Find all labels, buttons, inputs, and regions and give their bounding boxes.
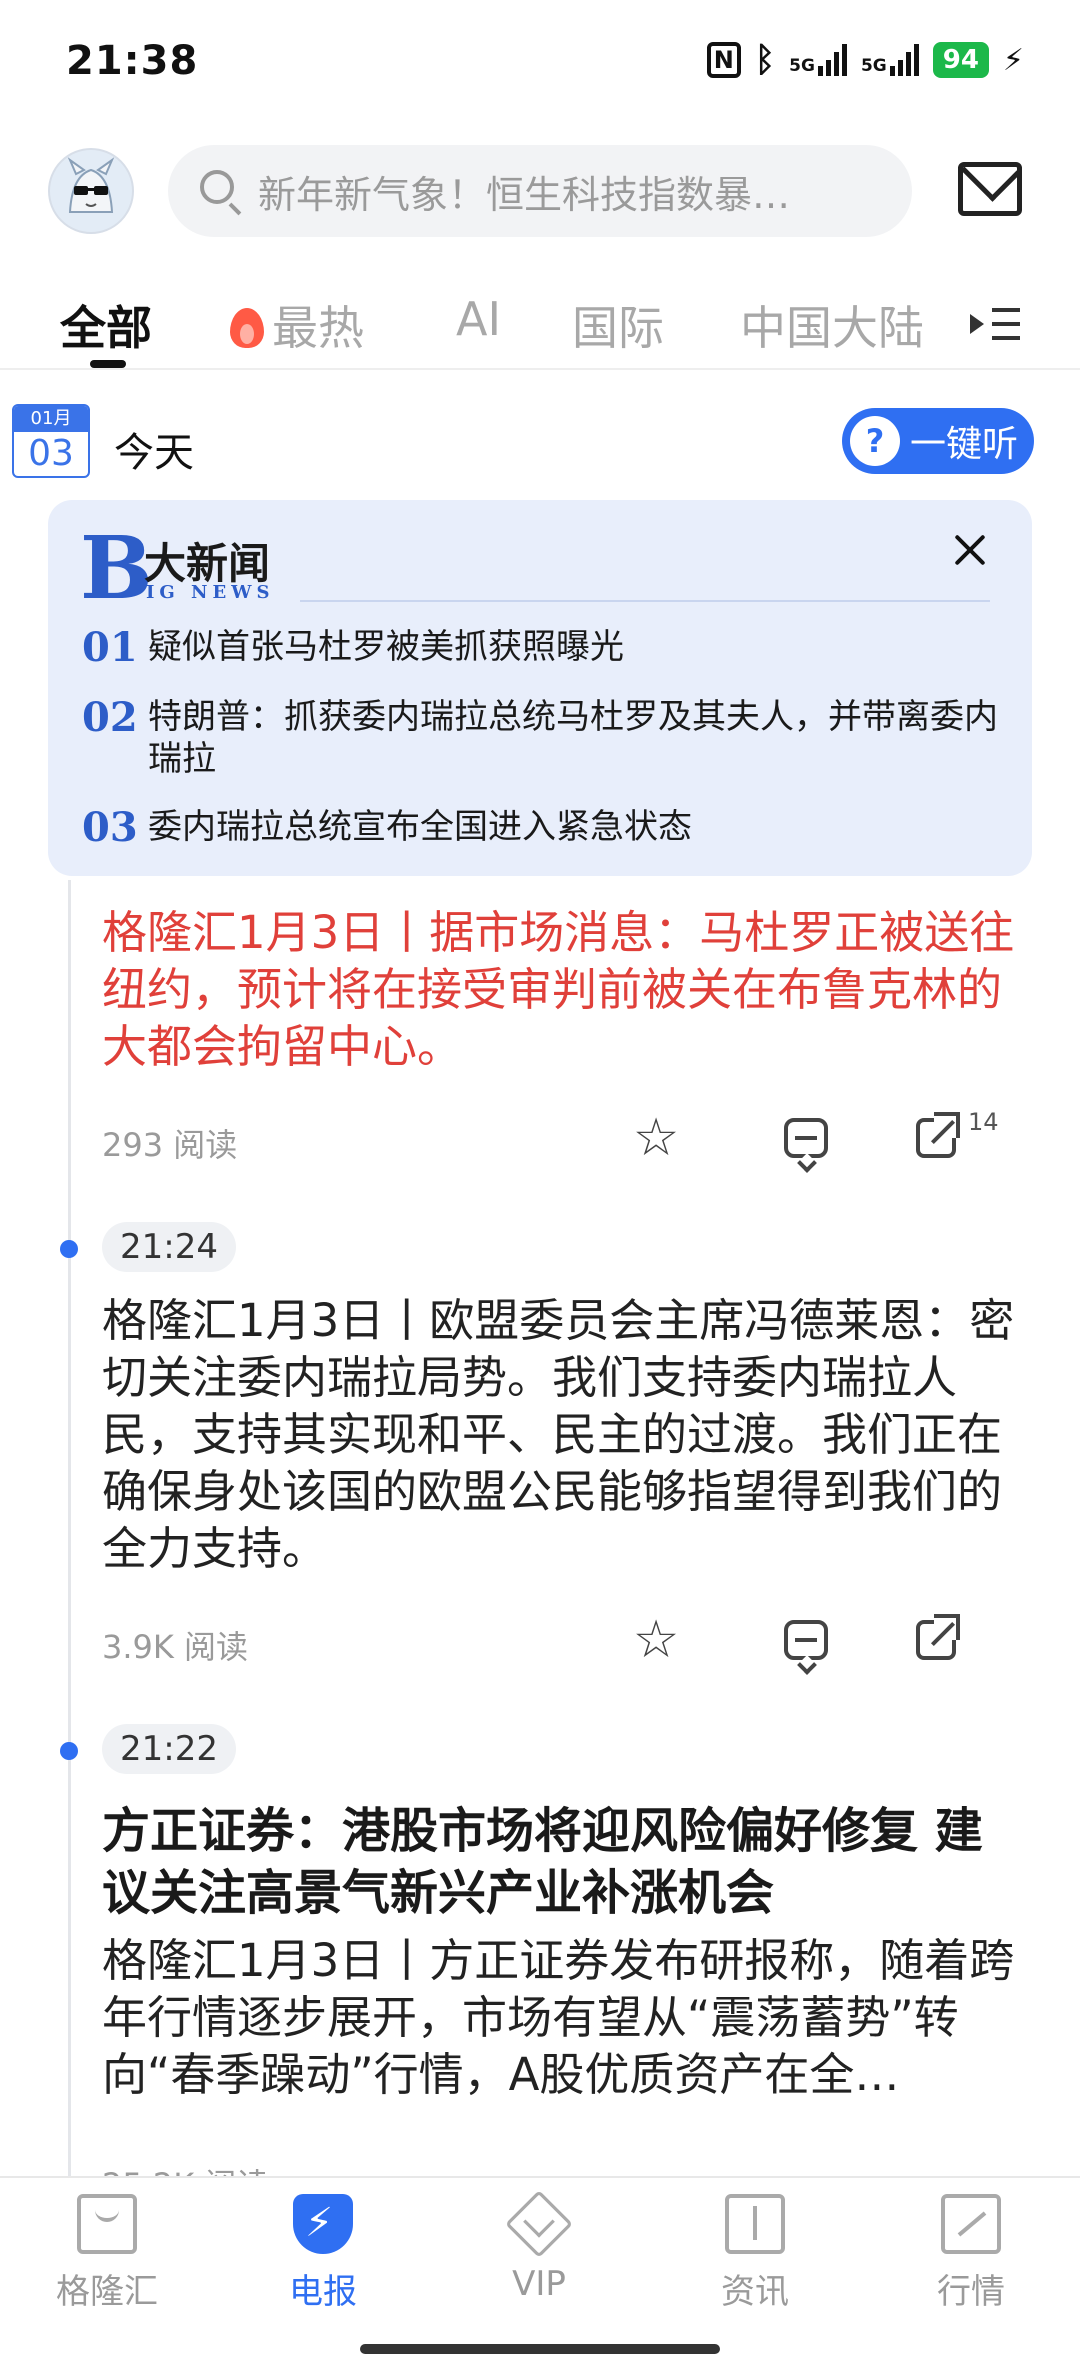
vip-icon bbox=[505, 2190, 573, 2258]
fire-icon bbox=[230, 308, 264, 348]
big-news-item-text: 特朗普：抓获委内瑞拉总统马杜罗及其夫人，并带离委内瑞拉 bbox=[148, 697, 998, 779]
news-item[interactable]: 方正证券：港股市场将迎风险偏好修复 建议关注高景气新兴产业补涨机会 格隆汇1月3… bbox=[102, 1800, 1022, 2103]
big-news-logo-letter: B bbox=[80, 518, 153, 619]
calendar-day: 03 bbox=[28, 433, 74, 474]
network-type-2: 5G bbox=[860, 56, 887, 76]
telegraph-icon bbox=[293, 2194, 353, 2254]
network-type-1: 5G bbox=[789, 56, 815, 76]
news-time: 21:22 bbox=[102, 1724, 236, 1774]
listen-all-label: 一键听 bbox=[910, 424, 1019, 465]
tab-hottest-label: 最热 bbox=[272, 301, 364, 355]
news-headline: 方正证券：港股市场将迎风险偏好修复 建议关注高景气新兴产业补涨机会 bbox=[102, 1803, 983, 1921]
date-label: 今天 bbox=[114, 430, 194, 476]
news-meta: 293 阅读 ☆ 14 bbox=[102, 1108, 1022, 1170]
more-tabs-icon[interactable] bbox=[970, 304, 1022, 344]
signal-icon-2: 5G bbox=[861, 44, 919, 76]
nav-gelonghui[interactable]: 格隆汇 bbox=[32, 2194, 182, 2313]
star-icon[interactable]: ☆ bbox=[632, 1112, 680, 1164]
status-icons: N ᛒ 5G 5G 94 ⚡ bbox=[706, 40, 1024, 80]
avatar-icon bbox=[67, 157, 115, 213]
share-icon[interactable] bbox=[916, 1614, 960, 1660]
signal-icon: 5G bbox=[789, 44, 847, 76]
charging-icon: ⚡ bbox=[1002, 42, 1024, 78]
search-placeholder: 新年新气象！恒生科技指数暴… bbox=[258, 172, 791, 217]
status-bar: 21:38 N ᛒ 5G 5G 94 ⚡ bbox=[0, 0, 1080, 120]
share-icon[interactable] bbox=[916, 1112, 960, 1158]
news-meta: 3.9K 阅读 ☆ bbox=[102, 1612, 1022, 1672]
news-time: 21:24 bbox=[102, 1222, 236, 1272]
comment-icon[interactable] bbox=[784, 1118, 828, 1158]
nfc-icon: N bbox=[706, 42, 741, 78]
close-icon[interactable] bbox=[948, 528, 992, 572]
big-news-item[interactable]: 02 特朗普：抓获委内瑞拉总统马杜罗及其夫人，并带离委内瑞拉 bbox=[82, 696, 1012, 780]
tab-hottest[interactable]: 最热 bbox=[230, 292, 364, 358]
big-news-card[interactable]: B 大新闻 IG NEWS 01 疑似首张马杜罗被美抓获照曝光 02 特朗普：抓… bbox=[48, 500, 1032, 876]
bag-icon bbox=[77, 2194, 137, 2254]
book-icon bbox=[725, 2194, 785, 2254]
status-time: 21:38 bbox=[66, 38, 199, 84]
nav-label: 行情 bbox=[937, 2272, 1005, 2312]
big-news-item-number: 03 bbox=[82, 804, 138, 851]
news-item[interactable]: 格隆汇1月3日丨据市场消息：马杜罗正被送往纽约，预计将在接受审判前被关在布鲁克林… bbox=[102, 904, 1022, 1075]
nav-label: VIP bbox=[512, 2264, 566, 2304]
search-icon bbox=[198, 168, 244, 216]
big-news-item-text: 疑似首张马杜罗被美抓获照曝光 bbox=[148, 627, 624, 667]
nav-telegraph[interactable]: 电报 bbox=[248, 2194, 398, 2313]
header: 新年新气象！恒生科技指数暴… bbox=[0, 140, 1080, 250]
bluetooth-icon: ᛒ bbox=[754, 40, 776, 80]
nav-label: 格隆汇 bbox=[56, 2272, 158, 2312]
read-count: 293 阅读 bbox=[102, 1126, 238, 1164]
calendar-icon: 01月 03 bbox=[12, 404, 90, 478]
nav-news[interactable]: 资讯 bbox=[680, 2194, 830, 2313]
big-news-item-text: 委内瑞拉总统宣布全国进入紧急状态 bbox=[148, 807, 692, 847]
news-text: 格隆汇1月3日丨据市场消息：马杜罗正被送往纽约，预计将在接受审判前被关在布鲁克林… bbox=[102, 906, 1015, 1073]
tab-ai[interactable]: AI bbox=[456, 292, 501, 346]
chart-icon bbox=[941, 2194, 1001, 2254]
news-text: 格隆汇1月3日丨欧盟委员会主席冯德莱恩：密切关注委内瑞拉局势。我们支持委内瑞拉人… bbox=[102, 1294, 1015, 1575]
tab-bar: 全部 最热 AI 国际 中国大陆 bbox=[0, 270, 1080, 370]
search-bar[interactable]: 新年新气象！恒生科技指数暴… bbox=[168, 145, 912, 237]
home-indicator[interactable] bbox=[360, 2344, 720, 2354]
nav-label: 资讯 bbox=[721, 2272, 789, 2312]
timeline-dot bbox=[60, 1742, 78, 1760]
date-row: 01月 03 今天 ? 一键听 bbox=[0, 398, 1080, 488]
nav-label: 电报 bbox=[289, 2272, 357, 2312]
news-time-row: 21:22 bbox=[0, 1722, 400, 1778]
big-news-item[interactable]: 01 疑似首张马杜罗被美抓获照曝光 bbox=[82, 626, 1012, 670]
avatar[interactable] bbox=[48, 148, 134, 234]
big-news-item-number: 02 bbox=[82, 694, 138, 741]
tab-china-mainland[interactable]: 中国大陆 bbox=[740, 292, 926, 358]
star-icon[interactable]: ☆ bbox=[632, 1614, 680, 1666]
timeline-dot bbox=[60, 1240, 78, 1258]
big-news-item[interactable]: 03 委内瑞拉总统宣布全国进入紧急状态 bbox=[82, 806, 1012, 850]
news-time-row: 21:24 bbox=[0, 1220, 400, 1276]
battery-icon: 94 bbox=[932, 42, 989, 78]
tab-international[interactable]: 国际 bbox=[572, 292, 664, 358]
read-count: 3.9K 阅读 bbox=[102, 1628, 249, 1666]
divider bbox=[300, 600, 990, 602]
nav-vip[interactable]: VIP bbox=[464, 2190, 614, 2304]
news-text: 格隆汇1月3日丨方正证券发布研报称，随着跨年行情逐步展开，市场有望从“震荡蓄势”… bbox=[102, 1934, 1015, 2101]
timeline-line bbox=[68, 880, 71, 2180]
ear-icon: ? bbox=[850, 416, 900, 466]
big-news-subtitle: IG NEWS bbox=[146, 582, 275, 603]
comment-icon[interactable] bbox=[784, 1620, 828, 1660]
calendar-month: 01月 bbox=[14, 406, 88, 432]
big-news-item-number: 01 bbox=[82, 624, 138, 671]
tab-all[interactable]: 全部 bbox=[60, 292, 152, 358]
tab-indicator bbox=[90, 360, 126, 368]
news-item[interactable]: 格隆汇1月3日丨欧盟委员会主席冯德莱恩：密切关注委内瑞拉局势。我们支持委内瑞拉人… bbox=[102, 1292, 1022, 1577]
listen-all-button[interactable]: ? 一键听 bbox=[842, 408, 1034, 474]
share-count: 14 bbox=[968, 1108, 999, 1136]
mail-icon[interactable] bbox=[958, 162, 1022, 216]
nav-market[interactable]: 行情 bbox=[896, 2194, 1046, 2313]
